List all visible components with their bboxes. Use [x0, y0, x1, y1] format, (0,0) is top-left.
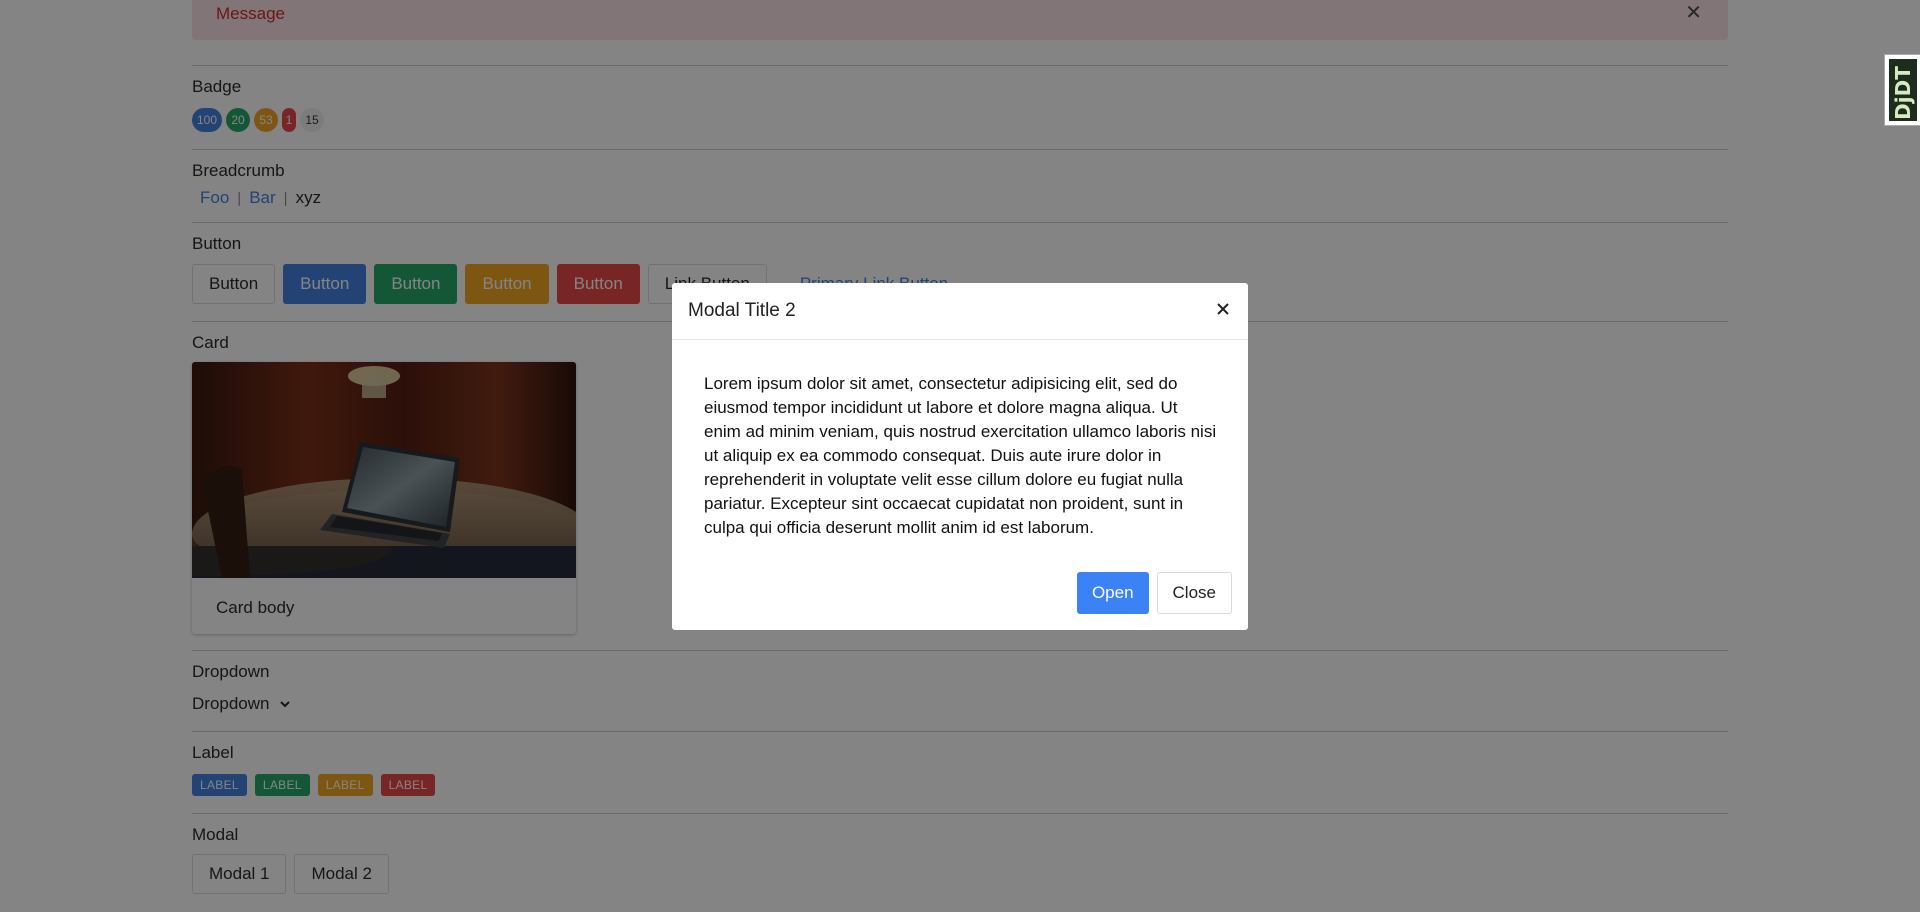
modal-dialog: Modal Title 2 Lorem ipsum dolor sit amet…: [672, 283, 1248, 630]
modal-footer: Open Close: [1076, 572, 1232, 614]
modal-body-text: Lorem ipsum dolor sit amet, consectetur …: [704, 374, 1217, 537]
debug-toolbar-logo: DjDT: [1887, 57, 1919, 123]
modal-open-button[interactable]: Open: [1076, 572, 1149, 614]
debug-toolbar-label: DjDT: [1891, 66, 1915, 120]
modal-title: Modal Title 2: [688, 300, 796, 321]
modal-header: Modal Title 2: [672, 283, 1248, 340]
modal-close-button[interactable]: Close: [1156, 572, 1232, 614]
close-icon[interactable]: [1216, 302, 1230, 316]
debug-toolbar-handle[interactable]: DjDT: [1884, 54, 1920, 126]
